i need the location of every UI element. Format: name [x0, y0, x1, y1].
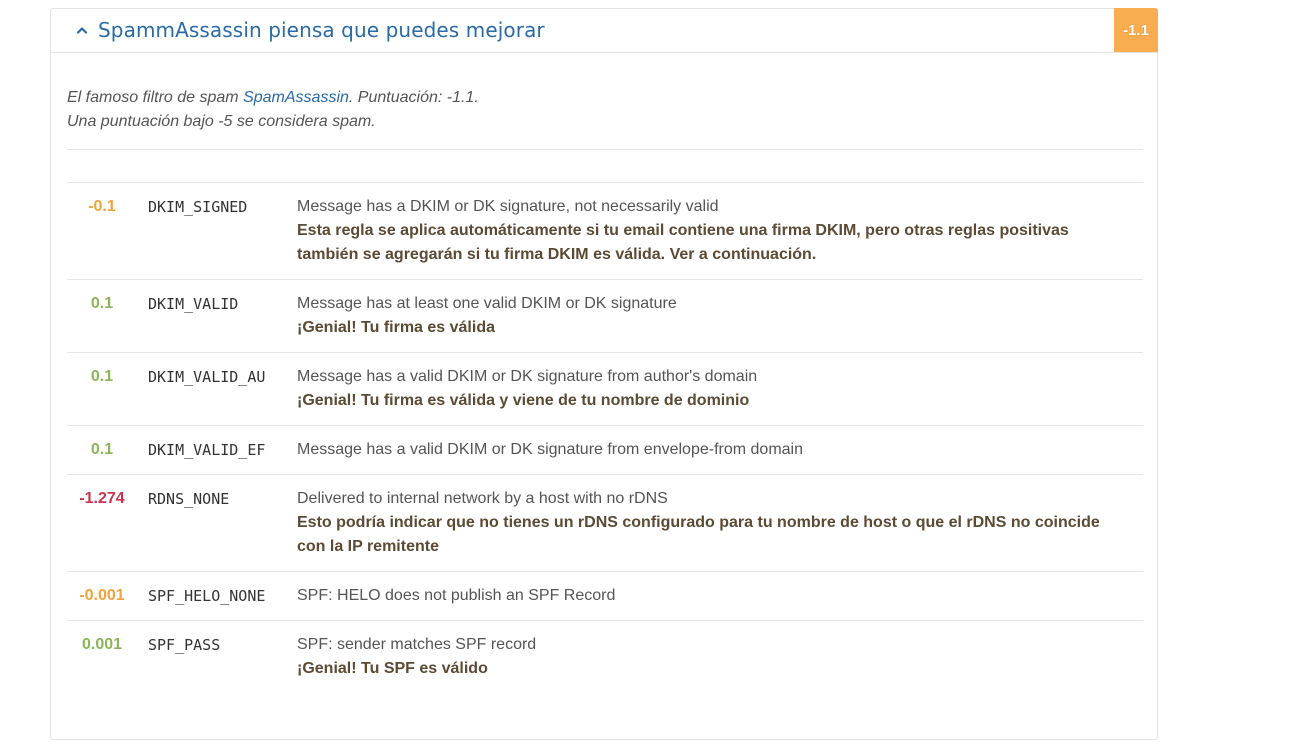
rule-description: Message has a valid DKIM or DK signature… [297, 368, 758, 385]
divider [67, 149, 1143, 150]
rule-score: 0.1 [90, 368, 114, 385]
intro-prefix: El famoso filtro de spam [67, 89, 244, 106]
rule-name: SPF_HELO_NONE [148, 587, 266, 605]
rule-description: Message has a DKIM or DK signature, not … [297, 198, 719, 215]
rule-description-block: Message has a DKIM or DK signature, not … [297, 195, 1143, 267]
rule-tip: Esta regla se aplica automáticamente si … [297, 222, 1069, 263]
chevron-up-icon[interactable] [75, 23, 89, 37]
spamassassin-panel: SpammAssassin piensa que puedes mejorar … [50, 8, 1158, 740]
rule-description: SPF: sender matches SPF record [297, 636, 537, 653]
rule-description-block: Message has a valid DKIM or DK signature… [297, 365, 1143, 413]
score-badge: -1.1 [1114, 8, 1158, 52]
intro-score: . Puntuación: -1.1. [348, 89, 479, 106]
rule-tip: Esto podría indicar que no tienes un rDN… [297, 514, 1100, 555]
rule-description: Delivered to internal network by a host … [297, 490, 668, 507]
rule-score: 0.1 [90, 441, 114, 458]
rule-name: DKIM_VALID_EF [148, 441, 266, 459]
rule-tip: ¡Genial! Tu firma es válida [297, 319, 495, 336]
rule-row: 0.001 SPF_PASS SPF: sender matches SPF rec… [67, 620, 1143, 693]
rule-tip: ¡Genial! Tu SPF es válido [297, 660, 488, 677]
rule-description-block: SPF: sender matches SPF record ¡Genial! T… [297, 633, 1143, 681]
intro-line-2: Una puntuación bajo -5 se considera spam… [67, 113, 376, 130]
rule-description-block: Message has at least one valid DKIM or D… [297, 292, 1143, 340]
panel-header[interactable]: SpammAssassin piensa que puedes mejorar … [51, 8, 1158, 53]
rule-description: SPF: HELO does not publish an SPF Record [297, 587, 616, 604]
rule-row: -1.274 RDNS_NONE Delivered to internal net… [67, 474, 1143, 571]
spamassassin-link[interactable]: SpamAssassin [243, 89, 349, 106]
rules-table: -0.1 DKIM_SIGNED Message has a DKIM or DK … [67, 182, 1143, 693]
intro-line-1: El famoso filtro de spam SpamAssassin. P… [67, 86, 479, 110]
rule-score: -0.001 [79, 587, 125, 604]
rule-name: RDNS_NONE [148, 490, 230, 508]
rule-row: 0.1 DKIM_VALID_AU Message has a valid DKIM… [67, 352, 1143, 425]
rule-score: -0.1 [88, 198, 116, 215]
rule-score: 0.001 [81, 636, 123, 653]
rule-name: DKIM_SIGNED [148, 198, 248, 216]
intro-text: El famoso filtro de spam SpamAssassin. P… [67, 86, 479, 134]
rule-tip: ¡Genial! Tu firma es válida y viene de t… [297, 392, 750, 409]
rule-description-block: Delivered to internal network by a host … [297, 487, 1143, 559]
rule-row: 0.1 DKIM_VALID_EF Message has a valid DKIM… [67, 425, 1143, 474]
rule-score: -1.274 [79, 490, 125, 507]
rule-score: 0.1 [90, 295, 114, 312]
rule-name: DKIM_VALID [148, 295, 239, 313]
panel-title[interactable]: SpammAssassin piensa que puedes mejorar [98, 18, 545, 42]
rule-description: Message has at least one valid DKIM or D… [297, 295, 677, 312]
rule-description: Message has a valid DKIM or DK signature… [297, 441, 803, 458]
rule-row: -0.1 DKIM_SIGNED Message has a DKIM or DK … [67, 182, 1143, 279]
rule-name: DKIM_VALID_AU [148, 368, 266, 386]
rule-description-block: Message has a valid DKIM or DK signature… [297, 438, 1143, 462]
rule-description-block: SPF: HELO does not publish an SPF Record [297, 584, 1143, 608]
rule-name: SPF_PASS [148, 636, 221, 654]
rule-row: 0.1 DKIM_VALID Message has at least one va… [67, 279, 1143, 352]
rule-row: -0.001 SPF_HELO_NONE SPF: HELO does not pu… [67, 571, 1143, 620]
